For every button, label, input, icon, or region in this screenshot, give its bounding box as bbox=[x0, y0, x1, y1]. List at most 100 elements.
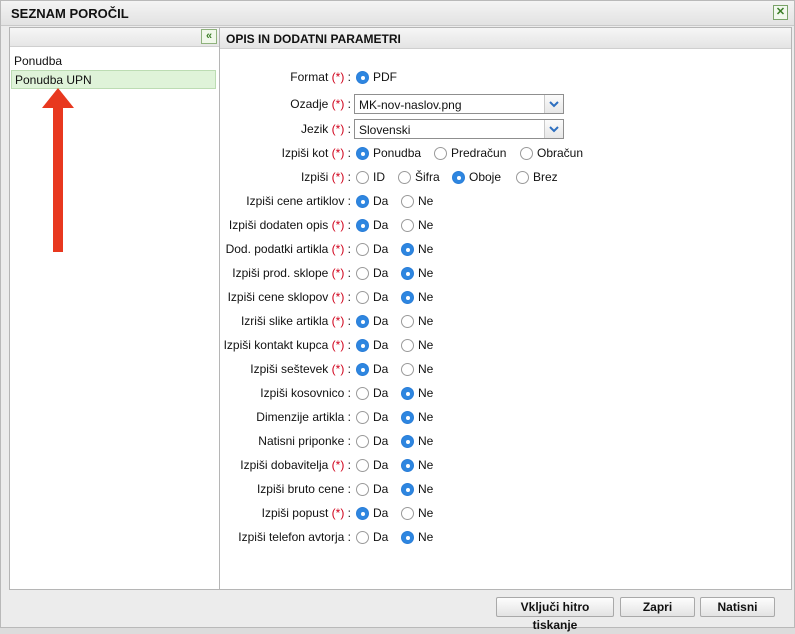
yesno-7-ne-radio[interactable] bbox=[401, 363, 414, 376]
yesno-1-label-text: Izpiši dodaten opis bbox=[228, 218, 329, 232]
yesno-7-da-radio[interactable] bbox=[356, 363, 369, 376]
chevron-down-icon[interactable] bbox=[544, 120, 563, 138]
required-marker: (*) bbox=[331, 170, 345, 184]
yesno-5-label: Izriši slike artikla (*) : bbox=[240, 314, 351, 328]
yesno-3-option-label: Ne bbox=[418, 266, 434, 280]
yesno-1-option-label: Ne bbox=[418, 218, 434, 232]
yesno-12-option-label: Da bbox=[373, 482, 389, 496]
required-marker: (*) bbox=[331, 218, 345, 232]
yesno-1-da-radio[interactable] bbox=[356, 219, 369, 232]
quick-print-button[interactable]: Vključi hitro tiskanje bbox=[496, 597, 614, 632]
yesno-10-option-label: Ne bbox=[418, 434, 434, 448]
parameters-title: OPIS IN DODATNI PARAMETRI bbox=[226, 32, 401, 46]
izpisi-kot-label-text: Izpiši kot bbox=[281, 146, 329, 160]
yesno-9-da-radio[interactable] bbox=[356, 411, 369, 424]
yesno-7-label-text: Izpiši seštevek bbox=[250, 362, 329, 376]
izpisi-kot-label: Izpiši kot (*) : bbox=[281, 146, 351, 160]
yesno-10-ne-radio[interactable] bbox=[401, 435, 414, 448]
ozadje-label: Ozadje (*) : bbox=[290, 97, 351, 111]
close-button[interactable]: Zapri bbox=[620, 597, 695, 617]
yesno-4-label-text: Izpiši cene sklopov bbox=[227, 290, 329, 304]
yesno-10-label: Natisni priponke : bbox=[258, 434, 351, 448]
required-marker: (*) bbox=[331, 146, 345, 160]
yesno-9-option-label: Da bbox=[373, 410, 389, 424]
yesno-8-label-text: Izpiši kosovnico bbox=[260, 386, 345, 400]
yesno-11-ne-radio[interactable] bbox=[401, 459, 414, 472]
yesno-11-label-text: Izpiši dobavitelja bbox=[240, 458, 329, 472]
yesno-14-option-label: Da bbox=[373, 530, 389, 544]
yesno-3-ne-radio[interactable] bbox=[401, 267, 414, 280]
ozadje-select-value: MK-nov-naslov.png bbox=[359, 98, 462, 112]
required-marker: (*) bbox=[331, 242, 345, 256]
dialog-titlebar: SEZNAM POROČIL ✕ bbox=[1, 1, 794, 26]
yesno-8-option-label: Da bbox=[373, 386, 389, 400]
yesno-5-option-label: Ne bbox=[418, 314, 434, 328]
izpisi-kot-option-label: Obračun bbox=[537, 146, 584, 160]
report-list-item[interactable]: Ponudba bbox=[11, 52, 219, 70]
yesno-6-label: Izpiši kontakt kupca (*) : bbox=[223, 338, 351, 352]
yesno-3-da-radio[interactable] bbox=[356, 267, 369, 280]
yesno-9-label: Dimenzije artikla : bbox=[256, 410, 351, 424]
yesno-0-label-text: Izpiši cene artiklov bbox=[246, 194, 345, 208]
required-marker: (*) bbox=[331, 338, 345, 352]
izpisi-1-radio[interactable] bbox=[398, 171, 411, 184]
yesno-8-label: Izpiši kosovnico : bbox=[260, 386, 351, 400]
required-marker: (*) bbox=[331, 266, 345, 280]
ozadje-label-text: Ozadje bbox=[290, 97, 329, 111]
yesno-7-label: Izpiši seštevek (*) : bbox=[250, 362, 351, 376]
yesno-9-option-label: Ne bbox=[418, 410, 434, 424]
yesno-5-da-radio[interactable] bbox=[356, 315, 369, 328]
yesno-8-da-radio[interactable] bbox=[356, 387, 369, 400]
yesno-9-ne-radio[interactable] bbox=[401, 411, 414, 424]
izpisi-kot-1-radio[interactable] bbox=[434, 147, 447, 160]
format-label: Format (*) : bbox=[290, 70, 351, 84]
required-marker: (*) bbox=[331, 290, 345, 304]
yesno-6-da-radio[interactable] bbox=[356, 339, 369, 352]
izpisi-3-radio[interactable] bbox=[516, 171, 529, 184]
yesno-4-ne-radio[interactable] bbox=[401, 291, 414, 304]
collapse-panel-icon[interactable]: « bbox=[201, 29, 217, 44]
yesno-10-da-radio[interactable] bbox=[356, 435, 369, 448]
yesno-6-label-text: Izpiši kontakt kupca bbox=[223, 338, 329, 352]
yesno-8-ne-radio[interactable] bbox=[401, 387, 414, 400]
yesno-2-da-radio[interactable] bbox=[356, 243, 369, 256]
yesno-3-option-label: Da bbox=[373, 266, 389, 280]
yesno-4-da-radio[interactable] bbox=[356, 291, 369, 304]
yesno-11-da-radio[interactable] bbox=[356, 459, 369, 472]
yesno-0-ne-radio[interactable] bbox=[401, 195, 414, 208]
yesno-5-option-label: Da bbox=[373, 314, 389, 328]
close-icon[interactable]: ✕ bbox=[773, 5, 788, 20]
yesno-5-ne-radio[interactable] bbox=[401, 315, 414, 328]
izpisi-0-radio[interactable] bbox=[356, 171, 369, 184]
izpisi-kot-0-radio[interactable] bbox=[356, 147, 369, 160]
yesno-4-label: Izpiši cene sklopov (*) : bbox=[227, 290, 351, 304]
print-button[interactable]: Natisni bbox=[700, 597, 775, 617]
yesno-12-da-radio[interactable] bbox=[356, 483, 369, 496]
yesno-2-label-text: Dod. podatki artikla bbox=[225, 242, 329, 256]
format-0-radio[interactable] bbox=[356, 71, 369, 84]
yesno-2-ne-radio[interactable] bbox=[401, 243, 414, 256]
ozadje-select[interactable]: MK-nov-naslov.png bbox=[354, 94, 564, 114]
chevron-down-icon[interactable] bbox=[544, 95, 563, 113]
yesno-1-ne-radio[interactable] bbox=[401, 219, 414, 232]
izpisi-kot-2-radio[interactable] bbox=[520, 147, 533, 160]
yesno-12-label-text: Izpiši bruto cene bbox=[256, 482, 345, 496]
yesno-0-label: Izpiši cene artiklov : bbox=[246, 194, 351, 208]
yesno-13-da-radio[interactable] bbox=[356, 507, 369, 520]
yesno-13-ne-radio[interactable] bbox=[401, 507, 414, 520]
yesno-6-ne-radio[interactable] bbox=[401, 339, 414, 352]
izpisi-2-radio[interactable] bbox=[452, 171, 465, 184]
report-list-item[interactable]: Ponudba UPN bbox=[11, 70, 216, 89]
report-list-panel: « Ponudba Ponudba UPN bbox=[9, 27, 220, 590]
required-marker: (*) bbox=[331, 70, 345, 84]
yesno-14-ne-radio[interactable] bbox=[401, 531, 414, 544]
yesno-14-da-radio[interactable] bbox=[356, 531, 369, 544]
yesno-12-option-label: Ne bbox=[418, 482, 434, 496]
yesno-2-label: Dod. podatki artikla (*) : bbox=[225, 242, 351, 256]
izpisi-kot-option-label: Predračun bbox=[451, 146, 507, 160]
yesno-12-ne-radio[interactable] bbox=[401, 483, 414, 496]
yesno-6-option-label: Da bbox=[373, 338, 389, 352]
yesno-0-da-radio[interactable] bbox=[356, 195, 369, 208]
jezik-select[interactable]: Slovenski bbox=[354, 119, 564, 139]
yesno-12-label: Izpiši bruto cene : bbox=[256, 482, 351, 496]
